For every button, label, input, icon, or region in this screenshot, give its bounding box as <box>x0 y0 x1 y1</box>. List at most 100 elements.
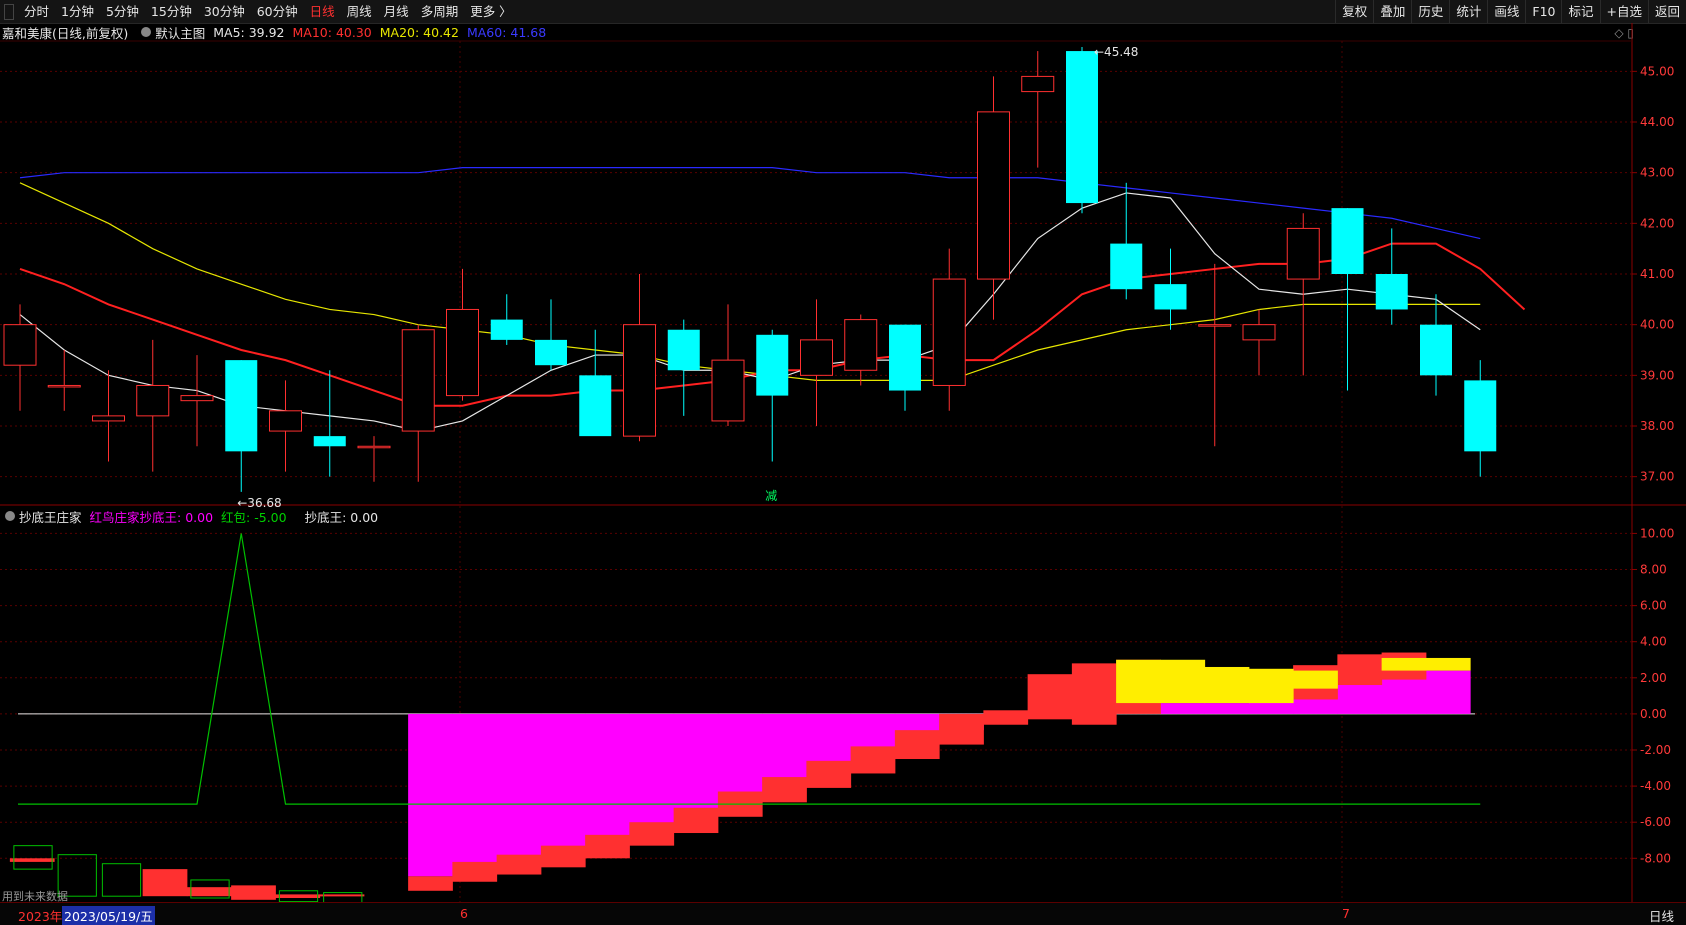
month-6-label: 6 <box>460 906 468 921</box>
sub-axis-label: -6.00 <box>1640 815 1671 829</box>
date-axis-bar: 2023年 2023/05/19/五 6 7 日线 <box>0 902 1686 925</box>
red-block <box>142 869 188 897</box>
red-block <box>1337 654 1383 686</box>
candle-body <box>1286 227 1320 280</box>
red-block <box>762 777 807 803</box>
yellow-block <box>1160 659 1206 704</box>
magenta-column <box>717 713 763 801</box>
sub-axis-label: -4.00 <box>1640 779 1671 793</box>
price-axis-label: 42.00 <box>1640 216 1674 230</box>
period-indicator[interactable]: 日线 <box>1649 906 1674 925</box>
green-box <box>323 892 363 902</box>
ma-line-ma60 <box>19 167 1481 240</box>
candle-body <box>269 410 302 432</box>
candle-body <box>1242 324 1276 341</box>
price-axis-label: 43.00 <box>1640 166 1674 180</box>
candle-body <box>932 278 966 386</box>
sub-axis-label: 0.00 <box>1640 707 1667 721</box>
price-axis-label: 37.00 <box>1640 470 1674 484</box>
yellow-block <box>1116 659 1161 704</box>
magenta-column <box>496 713 542 857</box>
red-block <box>983 710 1029 725</box>
red-block <box>894 730 940 760</box>
price-axis-label: 41.00 <box>1640 267 1674 281</box>
sub-axis-label: 4.00 <box>1640 635 1667 649</box>
sub-axis-label: -8.00 <box>1640 851 1671 865</box>
price-axis-label: 39.00 <box>1640 368 1674 382</box>
red-block <box>496 854 542 875</box>
red-block <box>540 845 586 868</box>
candle-body <box>977 111 1010 280</box>
magenta-column <box>673 713 719 815</box>
yellow-block <box>1293 670 1338 689</box>
magenta-column <box>762 713 807 788</box>
sub-axis-label: 8.00 <box>1640 563 1667 577</box>
red-block <box>408 876 453 891</box>
candle-body <box>47 384 81 388</box>
magenta-column <box>540 713 586 850</box>
red-block <box>1071 663 1117 725</box>
red-block <box>850 746 896 774</box>
candle-body <box>1110 243 1143 290</box>
candle-body <box>623 324 656 437</box>
yellow-block <box>1204 666 1250 704</box>
candle-body <box>1154 284 1187 310</box>
red-block <box>1027 674 1073 720</box>
low-price-label: ←36.68 <box>237 496 281 510</box>
red-block <box>319 894 365 897</box>
red-block <box>452 861 498 882</box>
candle-body <box>3 324 37 366</box>
high-price-label: ←45.48 <box>1094 45 1138 59</box>
candle-body <box>535 339 567 366</box>
yellow-block <box>1381 657 1427 671</box>
red-block <box>9 858 55 862</box>
yellow-block <box>1425 657 1471 671</box>
green-box <box>13 845 53 870</box>
sub-axis-label: 2.00 <box>1640 671 1667 685</box>
sub-axis-label: 10.00 <box>1640 526 1674 540</box>
magenta-column <box>1337 681 1383 714</box>
candle-body <box>1464 380 1497 452</box>
candle-body <box>889 324 921 391</box>
red-block <box>673 807 719 834</box>
magenta-column <box>1204 703 1250 714</box>
magenta-column <box>408 713 453 877</box>
red-block <box>275 894 321 898</box>
ma-line-ma20 <box>19 182 1481 381</box>
candle-body <box>1066 51 1098 204</box>
candle-body <box>800 339 833 376</box>
magenta-column <box>585 713 630 839</box>
candle-body <box>1331 208 1364 274</box>
candle-body <box>844 319 878 371</box>
sub-axis-label: 6.00 <box>1640 599 1667 613</box>
candle-body <box>1420 324 1452 376</box>
price-axis-label: 40.00 <box>1640 318 1674 332</box>
candle-body <box>357 445 391 449</box>
price-axis-label: 38.00 <box>1640 419 1674 433</box>
sub-axis-label: -2.00 <box>1640 743 1671 757</box>
candle-body <box>136 384 170 417</box>
red-block <box>939 713 984 745</box>
candle-body <box>401 329 435 432</box>
candle-body <box>1375 274 1408 310</box>
candle-body <box>490 319 523 340</box>
candle-body <box>313 436 346 447</box>
green-box <box>101 863 142 897</box>
red-block <box>231 885 276 900</box>
candle-body <box>1198 324 1232 327</box>
year-label: 2023年 <box>18 909 63 924</box>
price-axis-label: 45.00 <box>1640 64 1674 78</box>
red-block <box>186 887 232 897</box>
candle-body <box>446 308 479 397</box>
candle-body <box>756 334 789 396</box>
yellow-block <box>1248 668 1294 704</box>
red-block <box>585 834 630 859</box>
red-block <box>629 822 675 846</box>
candle-body <box>667 329 700 371</box>
candle-body <box>225 360 258 452</box>
kline-chart[interactable]: 45.00 44.00 43.00 42.00 41.00 40.00 39.00 38.00… <box>0 0 1686 902</box>
red-block <box>806 760 852 788</box>
magenta-column <box>452 713 498 864</box>
cursor-date: 2023/05/19/五 <box>62 906 155 925</box>
candle-body <box>579 375 612 437</box>
